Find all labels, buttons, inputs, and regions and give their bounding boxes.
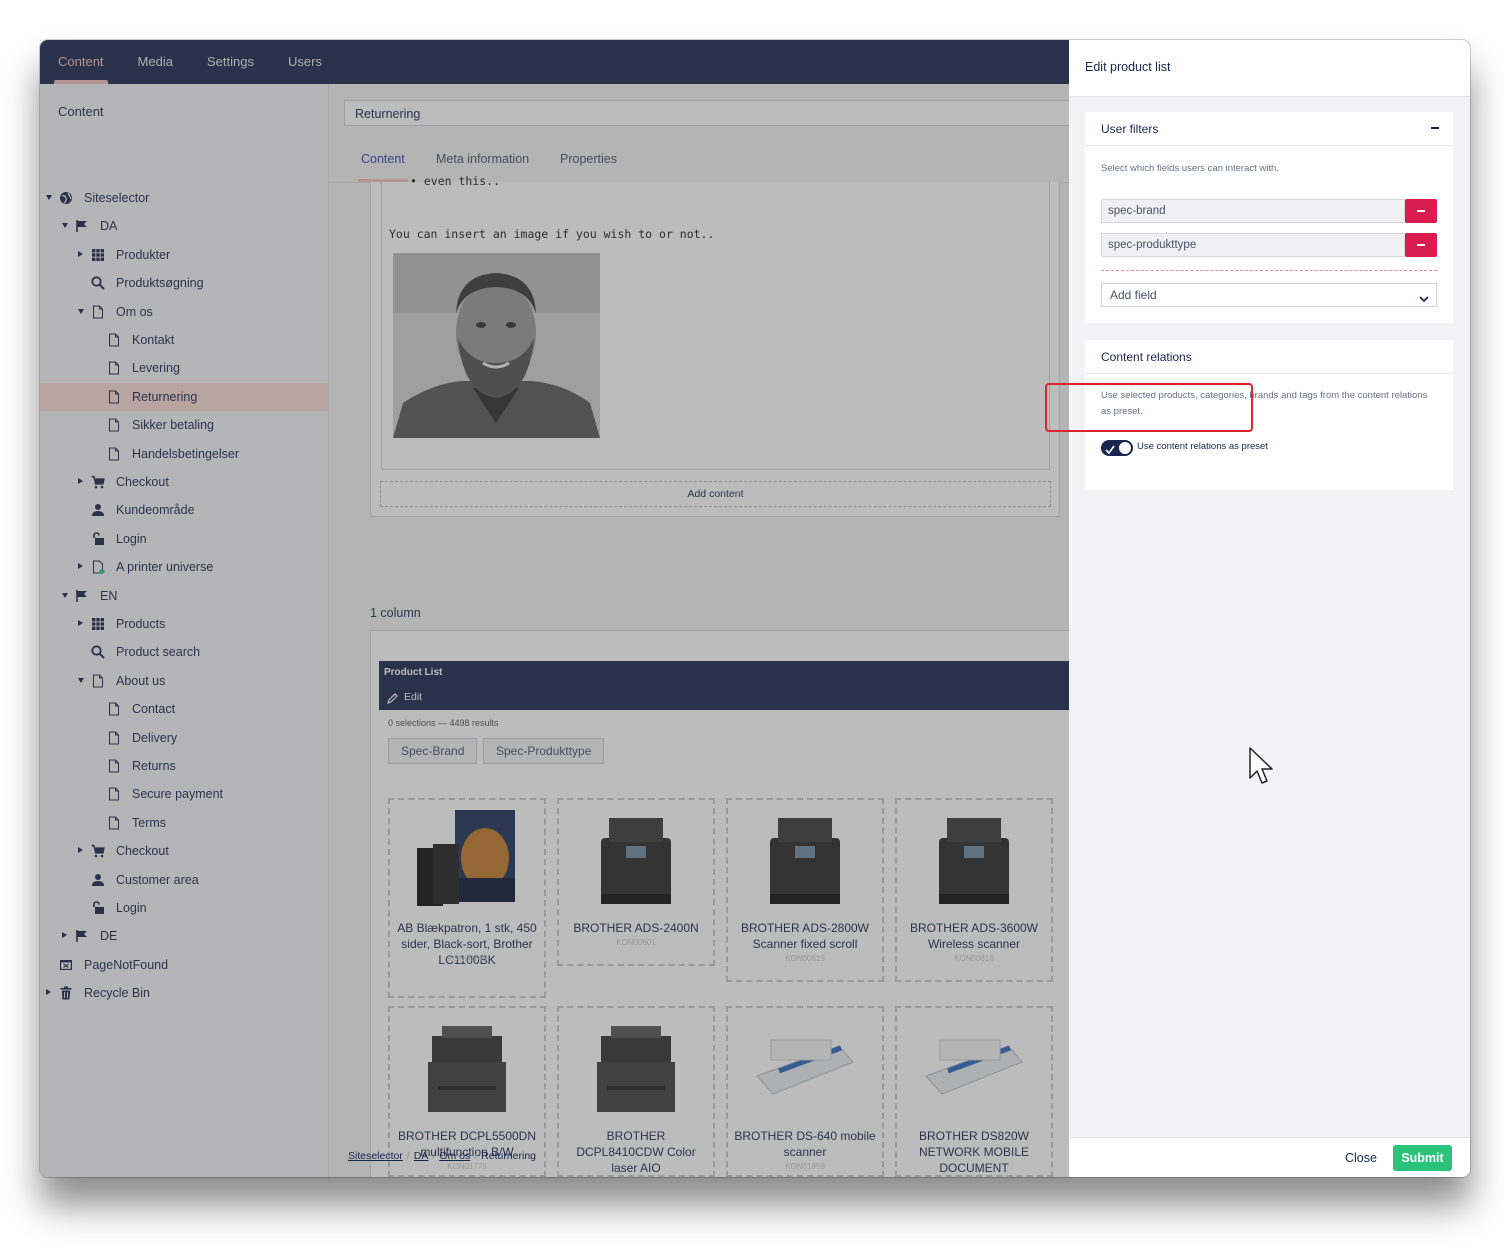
user-filter-field[interactable]: spec-brand — [1101, 199, 1405, 223]
toggle-label[interactable]: Use content relations as preset — [1137, 441, 1268, 452]
user-filters-box: User filters Select which fields users c… — [1085, 112, 1453, 323]
modal-overlay[interactable] — [40, 40, 1069, 1177]
breadcrumb-link-da[interactable]: DA — [414, 1150, 429, 1162]
divider — [1101, 270, 1437, 271]
breadcrumb-link-om-os[interactable]: Om os — [439, 1150, 470, 1162]
remove-field-button[interactable] — [1405, 199, 1437, 223]
remove-field-button[interactable] — [1405, 233, 1437, 257]
panel-header: Edit product list — [1069, 40, 1470, 97]
panel-footer: Close Submit — [1069, 1137, 1470, 1177]
edit-product-list-panel: Edit product list User filters Select wh… — [1069, 40, 1470, 1177]
user-filters-header[interactable]: User filters — [1085, 112, 1453, 146]
user-filter-field-row: spec-brand — [1101, 199, 1437, 223]
user-filters-title: User filters — [1101, 122, 1159, 136]
submit-button[interactable]: Submit — [1393, 1145, 1452, 1171]
user-filter-field-row: spec-produkttype — [1101, 233, 1437, 257]
app-window: Content Media Settings Users Content Sit… — [40, 40, 1470, 1177]
content-relations-header: Content relations — [1085, 340, 1453, 374]
content-relations-title: Content relations — [1101, 350, 1192, 364]
user-filters-description: Select which fields users can interact w… — [1101, 163, 1279, 174]
add-field-select[interactable]: Add field — [1101, 283, 1437, 307]
user-filter-field[interactable]: spec-produkttype — [1101, 233, 1405, 257]
collapse-icon[interactable] — [1431, 127, 1439, 129]
mouse-pointer-icon — [1248, 746, 1276, 793]
close-button[interactable]: Close — [1345, 1151, 1377, 1165]
panel-title: Edit product list — [1085, 60, 1171, 74]
breadcrumb-link-siteselector[interactable]: Siteselector — [348, 1150, 403, 1162]
toggle-knob — [1119, 442, 1131, 454]
breadcrumb-current: Returnering — [481, 1150, 537, 1162]
breadcrumb: Siteselector / DA / Om os / Returnering — [348, 1150, 537, 1162]
check-icon — [1105, 442, 1115, 460]
content-relations-toggle[interactable] — [1101, 440, 1133, 456]
highlight-box — [1045, 383, 1253, 432]
chevron-down-icon — [1419, 289, 1429, 311]
add-field-label: Add field — [1110, 288, 1157, 302]
